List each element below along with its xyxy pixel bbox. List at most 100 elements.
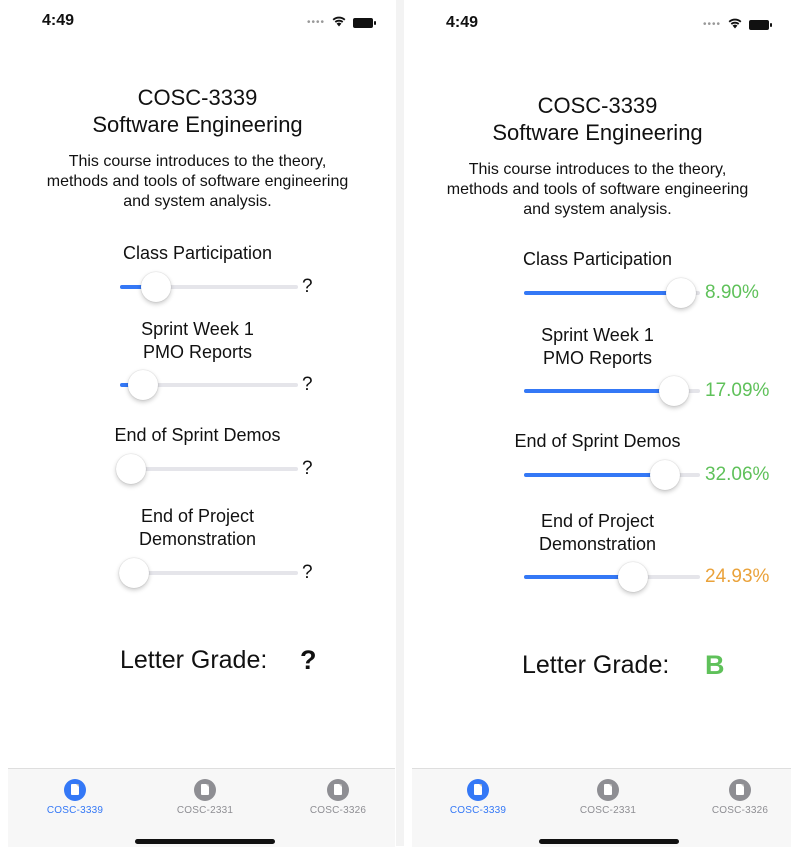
grade-slider[interactable] xyxy=(116,454,298,484)
slider-thumb[interactable] xyxy=(666,278,696,308)
document-icon xyxy=(467,779,489,801)
category-percentage: 17.09% xyxy=(705,380,770,401)
document-icon xyxy=(729,779,751,801)
slider-thumb[interactable] xyxy=(116,454,146,484)
category-percentage: ? xyxy=(302,276,313,297)
category-label-line: Demonstration xyxy=(138,529,257,549)
category-label-line: PMO Reports xyxy=(542,348,653,368)
category-label-line: End of Sprint Demos xyxy=(114,425,281,445)
grade-slider[interactable] xyxy=(120,272,298,302)
document-icon xyxy=(597,779,619,801)
letter-grade-value: ? xyxy=(300,645,317,675)
slider-fill xyxy=(524,389,674,393)
tab-cosc-3326[interactable]: COSC-3326 xyxy=(690,779,790,816)
description-line: methods and tools of software engineerin… xyxy=(46,173,349,190)
document-icon xyxy=(64,779,86,801)
category-label-line: Sprint Week 1 xyxy=(541,325,654,345)
tab-bar: COSC-3339 COSC-2331 COSC-3326 xyxy=(412,768,791,847)
status-icons: •••• xyxy=(306,14,376,32)
status-time: 4:49 xyxy=(42,12,75,29)
document-icon xyxy=(327,779,349,801)
category-label-line: PMO Reports xyxy=(142,342,253,362)
slider-thumb[interactable] xyxy=(659,376,689,406)
course-description: This course introduces to the theory, met… xyxy=(422,160,773,220)
category-percentage: 32.06% xyxy=(705,464,770,485)
course-name-title: Software Engineering xyxy=(492,120,703,145)
category-label: End of Project Demonstration xyxy=(0,505,395,551)
slider-thumb[interactable] xyxy=(128,370,158,400)
description-line: This course introduces to the theory, xyxy=(468,161,727,178)
category-label: Sprint Week 1 PMO Reports xyxy=(0,318,395,364)
category-label-line: End of Project xyxy=(540,511,655,531)
course-description: This course introduces to the theory, met… xyxy=(18,152,377,212)
grade-slider[interactable] xyxy=(524,460,700,490)
category-label: End of Sprint Demos xyxy=(0,424,395,447)
slider-thumb[interactable] xyxy=(141,272,171,302)
grade-slider[interactable] xyxy=(119,558,298,588)
tab-label: COSC-3326 xyxy=(309,805,367,816)
tab-label: COSC-3339 xyxy=(46,805,104,816)
category-label: Class Participation xyxy=(0,242,395,265)
wifi-icon xyxy=(727,16,743,34)
letter-grade-value: B xyxy=(705,650,725,680)
tab-label: COSC-2331 xyxy=(176,805,234,816)
category-label-line: End of Project xyxy=(140,506,255,526)
letter-grade-label: Letter Grade: xyxy=(522,651,670,679)
grade-slider[interactable] xyxy=(524,376,700,406)
status-time: 4:49 xyxy=(446,14,479,31)
battery-icon xyxy=(749,20,772,30)
tab-cosc-2331[interactable]: COSC-2331 xyxy=(155,779,255,816)
slider-thumb[interactable] xyxy=(650,460,680,490)
category-label-line: Class Participation xyxy=(522,249,673,269)
category-label-line: Sprint Week 1 xyxy=(141,319,254,339)
screen-divider xyxy=(396,0,404,846)
category-label-line: Class Participation xyxy=(122,243,273,263)
slider-fill xyxy=(524,473,665,477)
tab-bar: COSC-3339 COSC-2331 COSC-3326 xyxy=(8,768,395,847)
tab-cosc-3339[interactable]: COSC-3339 xyxy=(25,779,125,816)
status-bar: 4:49 •••• xyxy=(0,10,395,34)
tab-cosc-2331[interactable]: COSC-2331 xyxy=(558,779,658,816)
course-code-title: COSC-3339 xyxy=(537,93,658,118)
category-percentage: 24.93% xyxy=(705,566,770,587)
grade-slider[interactable] xyxy=(524,278,700,308)
description-line: and system analysis. xyxy=(123,193,272,210)
category-label-line: End of Sprint Demos xyxy=(514,431,681,451)
category-label: Class Participation xyxy=(404,248,791,271)
course-code-title: COSC-3339 xyxy=(137,85,258,110)
description-line: and system analysis. xyxy=(523,201,672,218)
phone-screen-right: 4:49 •••• COSC-3339 Software Engineering Thi… xyxy=(404,0,791,847)
category-label: Sprint Week 1 PMO Reports xyxy=(404,324,791,370)
signal-dots-icon: •••• xyxy=(702,19,721,30)
category-percentage: ? xyxy=(302,374,313,395)
course-name-title: Software Engineering xyxy=(92,112,303,137)
tab-label: COSC-3326 xyxy=(711,805,769,816)
signal-dots-icon: •••• xyxy=(306,17,325,28)
screenshots-container: 4:49 •••• COSC-3339 Software Engineering Thi… xyxy=(0,0,791,847)
home-indicator xyxy=(135,839,275,844)
battery-icon xyxy=(353,18,376,28)
slider-thumb[interactable] xyxy=(618,562,648,592)
grade-slider[interactable] xyxy=(120,370,298,400)
category-percentage: ? xyxy=(302,562,313,583)
status-bar: 4:49 •••• xyxy=(404,12,791,36)
slider-fill xyxy=(524,575,633,579)
category-label-line: Demonstration xyxy=(538,534,657,554)
home-indicator xyxy=(539,839,679,844)
category-percentage: ? xyxy=(302,458,313,479)
tab-cosc-3326[interactable]: COSC-3326 xyxy=(288,779,388,816)
tab-label: COSC-3339 xyxy=(449,805,507,816)
category-label: End of Sprint Demos xyxy=(404,430,791,453)
letter-grade-label: Letter Grade: xyxy=(120,646,268,674)
status-icons: •••• xyxy=(702,16,772,34)
category-label: End of Project Demonstration xyxy=(404,510,791,556)
document-icon xyxy=(194,779,216,801)
slider-fill xyxy=(524,291,681,295)
description-line: methods and tools of software engineerin… xyxy=(446,181,749,198)
grade-slider[interactable] xyxy=(524,562,700,592)
description-line: This course introduces to the theory, xyxy=(68,153,327,170)
slider-thumb[interactable] xyxy=(119,558,149,588)
slider-track xyxy=(120,467,298,471)
category-percentage: 8.90% xyxy=(705,282,759,303)
tab-cosc-3339[interactable]: COSC-3339 xyxy=(428,779,528,816)
